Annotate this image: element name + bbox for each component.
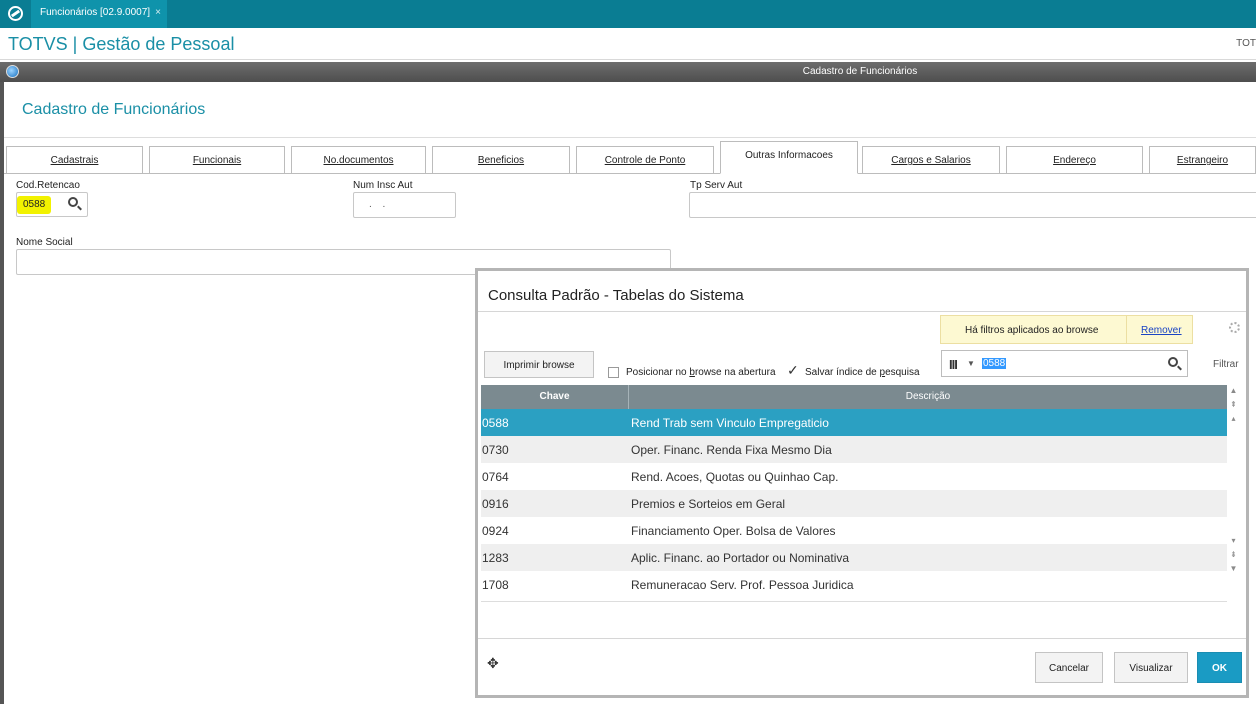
row-key: 0764 (482, 470, 509, 484)
tp-serv-label: Tp Serv Aut (690, 180, 743, 191)
nome-social-label: Nome Social (16, 237, 73, 248)
divider (478, 638, 1246, 639)
tab-estrangeiro[interactable]: Estrangeiro (1149, 146, 1256, 173)
page-title: Cadastro de Funcionários (22, 101, 206, 118)
filter-notice-text: Há filtros aplicados ao browse (965, 325, 1099, 336)
search-value[interactable]: 0588 (982, 358, 1007, 369)
move-icon[interactable]: ✥ (487, 655, 499, 672)
tp-serv-field[interactable] (689, 192, 1256, 218)
row-key: 0924 (482, 524, 509, 538)
row-key: 0916 (482, 497, 509, 511)
index-selector-icon[interactable]: III (949, 357, 958, 372)
results-table: Chave Descrição 0588 Rend Trab sem Vincul… (481, 385, 1227, 602)
position-checkbox[interactable] (608, 367, 619, 378)
table-header: Chave Descrição (481, 385, 1227, 409)
table-row[interactable]: 0916 Premios e Sorteios em Geral (481, 490, 1227, 517)
row-description: Oper. Financ. Renda Fixa Mesmo Dia (631, 443, 832, 457)
tab-funcionarios[interactable]: Funcionários [02.9.0007] × (31, 0, 167, 28)
dialog-title: Consulta Padrão - Tabelas do Sistema (488, 287, 744, 304)
row-description: Rend. Acoes, Quotas ou Quinhao Cap. (631, 470, 839, 484)
row-key: 0730 (482, 443, 509, 457)
num-insc-label: Num Insc Aut (353, 180, 413, 191)
filter-button[interactable]: Filtrar (1213, 359, 1239, 370)
divider (4, 137, 1256, 138)
position-checkbox-label[interactable]: Posicionar no browse na abertura (626, 367, 776, 378)
table-row[interactable]: 1708 Remuneracao Serv. Prof. Pessoa Jurid… (481, 571, 1227, 598)
close-icon[interactable]: × (155, 7, 161, 18)
gear-icon[interactable] (1229, 322, 1240, 333)
row-key: 0588 (482, 416, 509, 430)
table-row[interactable]: 0924 Financiamento Oper. Bolsa de Valores (481, 517, 1227, 544)
scroll-up-icon[interactable]: ▴ (1229, 413, 1238, 424)
ok-button[interactable]: OK (1197, 652, 1242, 683)
filter-notice: Há filtros aplicados ao browse Remover (940, 315, 1193, 344)
tab-cadastrais[interactable]: Cadastrais (6, 146, 143, 173)
app-header: TOTVS | Gestão de Pessoal TOT (0, 28, 1256, 60)
table-row[interactable]: 0764 Rend. Acoes, Quotas ou Quinhao Cap. (481, 463, 1227, 490)
row-description: Remuneracao Serv. Prof. Pessoa Juridica (631, 578, 854, 592)
scroll-page-up-icon[interactable]: ⇞ (1229, 399, 1238, 410)
cancel-button[interactable]: Cancelar (1035, 652, 1103, 683)
vertical-scrollbar[interactable]: ▲ ⇞ ▴ ▾ ⇟ ▼ (1227, 385, 1241, 602)
scroll-top-icon[interactable]: ▲ (1229, 385, 1238, 396)
view-button[interactable]: Visualizar (1114, 652, 1188, 683)
search-icon[interactable] (68, 197, 78, 207)
num-insc-mask: . . (369, 199, 390, 210)
row-description: Premios e Sorteios em Geral (631, 497, 786, 511)
header-right-text: TOT (1236, 38, 1256, 49)
tab-no-documentos[interactable]: No.documentos (291, 146, 426, 173)
scroll-bottom-icon[interactable]: ▼ (1229, 563, 1238, 574)
save-index-checkbox-label[interactable]: Salvar índice de pesquisa (805, 367, 920, 378)
print-browse-button[interactable]: Imprimir browse (484, 351, 594, 378)
divider (4, 173, 1256, 174)
row-key: 1708 (482, 578, 509, 592)
tab-cargos-e-salarios[interactable]: Cargos e Salarios (862, 146, 1000, 173)
lookup-dialog: Consulta Padrão - Tabelas do Sistema Há … (475, 268, 1249, 698)
search-input[interactable]: III ▼ 0588 (941, 350, 1188, 377)
column-header-descricao[interactable]: Descrição (629, 391, 1227, 402)
divider (1126, 316, 1127, 343)
tab-outras-informacoes[interactable]: Outras Informacoes (720, 141, 858, 174)
totvs-logo-icon[interactable] (8, 6, 23, 21)
cod-retencao-value: 0588 (17, 196, 51, 214)
chevron-down-icon[interactable]: ▼ (967, 359, 975, 368)
scroll-page-down-icon[interactable]: ⇟ (1229, 549, 1238, 560)
table-row[interactable]: 0588 Rend Trab sem Vinculo Empregaticio (481, 409, 1227, 436)
table-row[interactable]: 1283 Aplic. Financ. ao Portador ou Nomina… (481, 544, 1227, 571)
row-description: Financiamento Oper. Bolsa de Valores (631, 524, 836, 538)
num-insc-field[interactable]: . . (353, 192, 456, 218)
cod-retencao-label: Cod.Retencao (16, 180, 80, 191)
column-header-chave[interactable]: Chave (481, 391, 628, 402)
tab-title: Funcionários [02.9.0007] (40, 7, 151, 18)
window-frame (0, 82, 4, 704)
search-icon[interactable] (1168, 357, 1178, 367)
remove-filter-link[interactable]: Remover (1141, 325, 1182, 336)
tab-endere-o[interactable]: Endereço (1006, 146, 1143, 173)
scroll-down-icon[interactable]: ▾ (1229, 535, 1238, 546)
row-description: Aplic. Financ. ao Portador ou Nominativa (631, 551, 850, 565)
row-description: Rend Trab sem Vinculo Empregaticio (631, 416, 829, 430)
divider (478, 311, 1246, 312)
top-tab-bar: Funcionários [02.9.0007] × (0, 0, 1256, 28)
app-title: TOTVS | Gestão de Pessoal (8, 34, 235, 54)
tab-controle-de-ponto[interactable]: Controle de Ponto (576, 146, 714, 173)
save-index-checkbox[interactable]: ✓ (787, 363, 799, 377)
tab-funcionais[interactable]: Funcionais (149, 146, 285, 173)
row-key: 1283 (482, 551, 509, 565)
window-title: Cadastro de Funcionários (802, 66, 918, 77)
window-titlebar: Cadastro de Funcionários (0, 62, 1256, 82)
table-row[interactable]: 0730 Oper. Financ. Renda Fixa Mesmo Dia (481, 436, 1227, 463)
tab-beneficios[interactable]: Beneficios (432, 146, 570, 173)
